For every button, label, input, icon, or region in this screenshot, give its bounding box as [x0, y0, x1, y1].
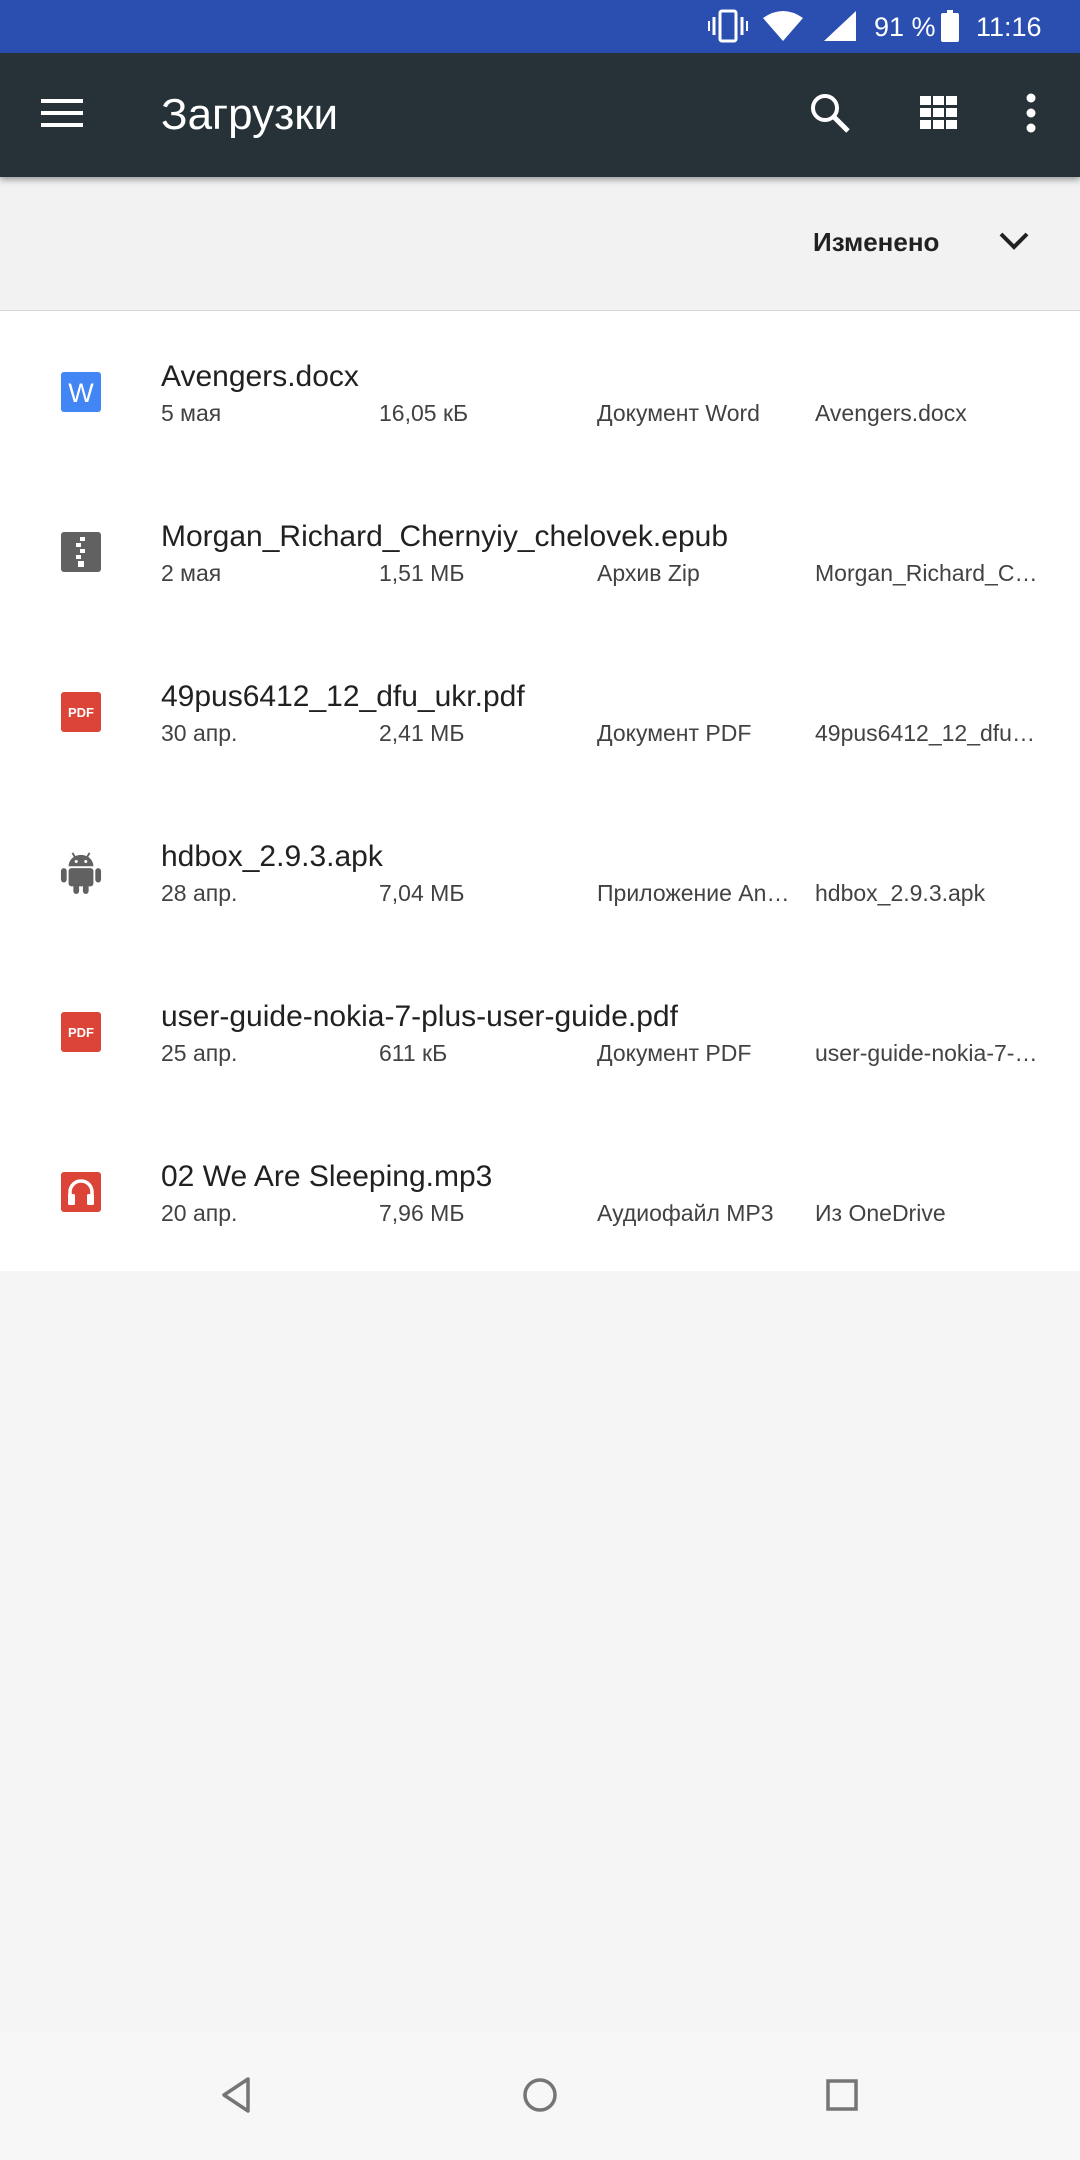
file-name: 02 We Are Sleeping.mp3 — [161, 1160, 493, 1193]
file-type: Архив Zip — [597, 560, 700, 586]
recents-button[interactable] — [806, 2061, 878, 2133]
file-size: 7,04 МБ — [379, 880, 465, 906]
file-type: Документ PDF — [597, 1040, 752, 1066]
file-summary: user-guide-nokia-7-p… — [815, 1040, 1041, 1066]
menu-button[interactable] — [30, 83, 94, 147]
file-name: Morgan_Richard_Chernyiy_chelovek.epub — [161, 520, 728, 553]
file-date: 2 мая — [161, 560, 222, 586]
battery-percent: 91 % — [874, 12, 936, 42]
file-summary: Из OneDrive — [815, 1200, 946, 1226]
more-options-button[interactable] — [999, 83, 1063, 147]
list-item[interactable]: PDF 49pus6412_12_dfu_ukr.pdf 30 апр. 2,4… — [0, 631, 1080, 791]
file-size: 1,51 МБ — [379, 560, 465, 586]
zip-archive-icon — [60, 531, 102, 573]
file-type: Приложение And… — [597, 880, 797, 906]
file-summary: hdbox_2.9.3.apk — [815, 880, 986, 906]
sort-bar: Изменено — [0, 177, 1080, 311]
grid-view-icon — [920, 95, 958, 135]
list-item[interactable]: W Avengers.docx 5 мая 16,05 кБ Документ … — [0, 311, 1080, 471]
search-icon — [809, 92, 851, 139]
file-name: 49pus6412_12_dfu_ukr.pdf — [161, 680, 525, 713]
more-vert-icon — [1026, 93, 1036, 138]
file-date: 5 мая — [161, 400, 222, 426]
hamburger-menu-icon — [41, 97, 83, 134]
pdf-icon: PDF — [60, 1011, 102, 1053]
file-type: Документ Word — [597, 400, 760, 426]
file-type: Документ PDF — [597, 720, 752, 746]
home-circle-icon — [521, 2076, 559, 2119]
file-date: 20 апр. — [161, 1200, 238, 1226]
recents-square-icon — [825, 2078, 859, 2117]
file-type: Аудиофайл MP3 — [597, 1200, 774, 1226]
word-doc-icon: W — [60, 371, 102, 413]
file-name: hdbox_2.9.3.apk — [161, 840, 383, 873]
cell-signal-icon — [822, 8, 858, 44]
home-button[interactable] — [504, 2061, 576, 2133]
app-bar: Загрузки — [0, 53, 1080, 177]
status-bar: 91 % 11:16 — [0, 0, 1080, 53]
svg-text:W: W — [68, 378, 94, 408]
file-size: 7,96 МБ — [379, 1200, 465, 1226]
wifi-icon — [762, 8, 804, 44]
svg-text:PDF: PDF — [68, 705, 94, 720]
android-icon — [60, 851, 102, 894]
sort-direction-button[interactable] — [990, 219, 1038, 267]
sort-label[interactable]: Изменено — [813, 224, 939, 260]
clock: 11:16 — [976, 12, 1042, 42]
file-date: 30 апр. — [161, 720, 238, 746]
file-date: 25 апр. — [161, 1040, 238, 1066]
file-date: 28 апр. — [161, 880, 238, 906]
file-summary: 49pus6412_12_dfu_… — [815, 720, 1041, 746]
file-size: 2,41 МБ — [379, 720, 465, 746]
grid-view-button[interactable] — [907, 83, 971, 147]
list-item[interactable]: Morgan_Richard_Chernyiy_chelovek.epub 2 … — [0, 471, 1080, 631]
system-nav-bar — [0, 2033, 1080, 2160]
svg-text:PDF: PDF — [68, 1025, 94, 1040]
file-list: W Avengers.docx 5 мая 16,05 кБ Документ … — [0, 311, 1080, 1271]
file-summary: Morgan_Richard_Ch… — [815, 560, 1041, 586]
file-name: user-guide-nokia-7-plus-user-guide.pdf — [161, 1000, 678, 1033]
battery-icon — [940, 8, 960, 44]
back-button[interactable] — [200, 2061, 272, 2133]
vibrate-icon — [708, 8, 748, 44]
list-item[interactable]: hdbox_2.9.3.apk 28 апр. 7,04 МБ Приложен… — [0, 791, 1080, 951]
file-size: 611 кБ — [379, 1040, 448, 1066]
audio-headphones-icon — [60, 1171, 102, 1213]
file-name: Avengers.docx — [161, 360, 359, 393]
chevron-down-icon — [998, 231, 1030, 256]
list-item[interactable]: PDF user-guide-nokia-7-plus-user-guide.p… — [0, 951, 1080, 1111]
page-title: Загрузки — [161, 90, 339, 139]
file-summary: Avengers.docx — [815, 400, 967, 426]
pdf-icon: PDF — [60, 691, 102, 733]
list-item[interactable]: 02 We Are Sleeping.mp3 20 апр. 7,96 МБ А… — [0, 1111, 1080, 1271]
file-size: 16,05 кБ — [379, 400, 469, 426]
back-triangle-icon — [219, 2076, 253, 2119]
search-button[interactable] — [798, 83, 862, 147]
